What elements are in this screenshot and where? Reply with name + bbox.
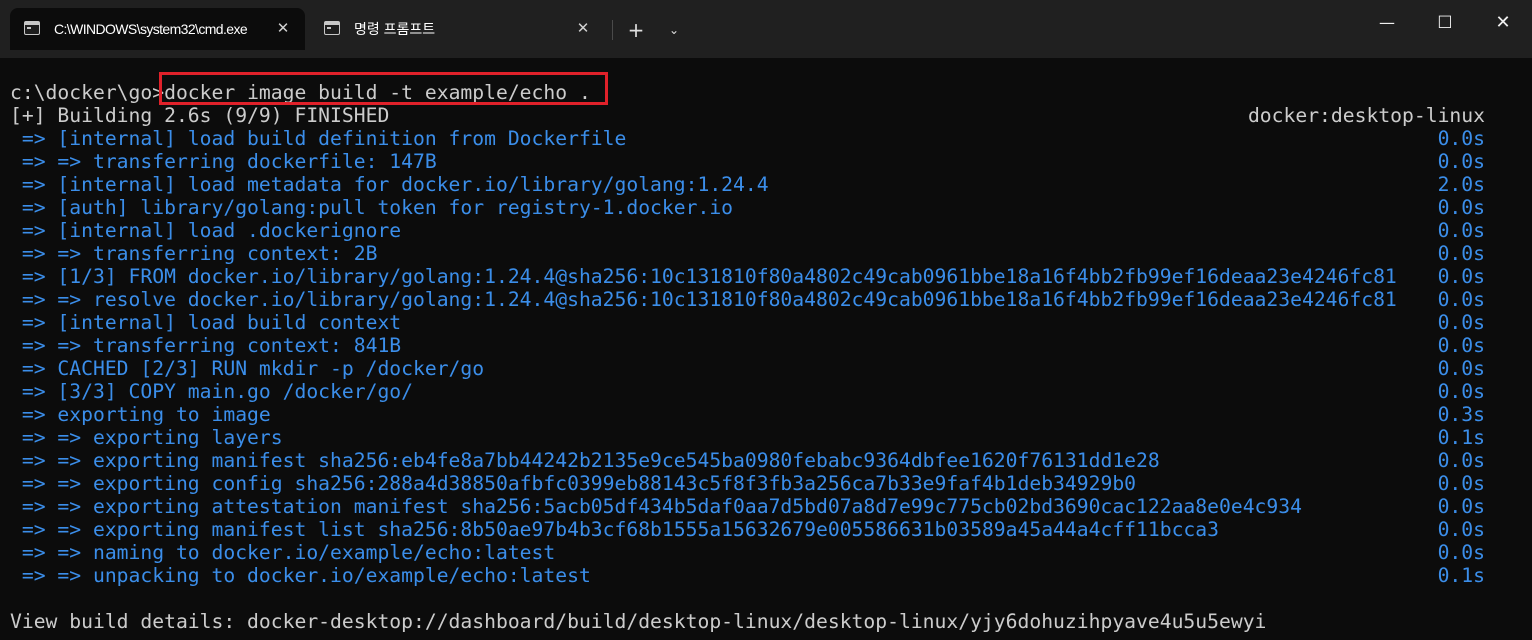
- build-status-line: [+] Building 2.6s (9/9) FINISHED docker:…: [10, 104, 1485, 127]
- build-step-line: => => transferring dockerfile: 147B 0.0s: [10, 150, 1485, 173]
- step-time: 0.0s: [1437, 219, 1485, 242]
- step-text: => [internal] load metadata for docker.i…: [10, 173, 769, 196]
- step-text: => => naming to docker.io/example/echo:l…: [10, 541, 556, 564]
- new-tab-button[interactable]: +: [622, 16, 650, 44]
- step-time: 0.0s: [1437, 265, 1485, 288]
- step-time: 2.0s: [1437, 173, 1485, 196]
- build-step-line: => => exporting manifest list sha256:8b5…: [10, 518, 1485, 541]
- build-step-line: => => naming to docker.io/example/echo:l…: [10, 541, 1485, 564]
- step-time: 0.3s: [1437, 403, 1485, 426]
- close-tab-icon[interactable]: ✕: [573, 19, 593, 39]
- step-time: 0.0s: [1437, 288, 1485, 311]
- build-step-line: => [1/3] FROM docker.io/library/golang:1…: [10, 265, 1485, 288]
- step-time: 0.0s: [1437, 449, 1485, 472]
- build-step-line: => [internal] load metadata for docker.i…: [10, 173, 1485, 196]
- step-text: => [internal] load .dockerignore: [10, 219, 402, 242]
- build-step-line: => exporting to image 0.3s: [10, 403, 1485, 426]
- step-text: => exporting to image: [10, 403, 271, 426]
- step-time: 0.0s: [1437, 357, 1485, 380]
- step-time: 0.0s: [1437, 196, 1485, 219]
- step-text: => => exporting manifest list sha256:8b5…: [10, 518, 1219, 541]
- build-step-line: => => transferring context: 2B 0.0s: [10, 242, 1485, 265]
- step-text: => [1/3] FROM docker.io/library/golang:1…: [10, 265, 1397, 288]
- step-time: 0.0s: [1437, 127, 1485, 150]
- build-step-line: => => exporting manifest sha256:eb4fe8a7…: [10, 449, 1485, 472]
- build-step-line: => => transferring context: 841B 0.0s: [10, 334, 1485, 357]
- step-text: => => exporting config sha256:288a4d3885…: [10, 472, 1137, 495]
- step-text: => [internal] load build definition from…: [10, 127, 627, 150]
- build-step-line: => CACHED [2/3] RUN mkdir -p /docker/go 0…: [10, 357, 1485, 380]
- step-time: 0.1s: [1437, 426, 1485, 449]
- step-time: 0.0s: [1437, 495, 1485, 518]
- build-step-line: => [auth] library/golang:pull token for …: [10, 196, 1485, 219]
- build-step-line: => [internal] load build definition from…: [10, 127, 1485, 150]
- close-window-button[interactable]: ✕: [1474, 0, 1532, 46]
- tab-command-prompt[interactable]: 명령 프롬프트 ✕: [310, 8, 605, 50]
- step-text: => [auth] library/golang:pull token for …: [10, 196, 734, 219]
- divider: [612, 20, 613, 40]
- title-bar: C:\WINDOWS\system32\cmd.exe ✕ 명령 프롬프트 ✕ …: [0, 0, 1532, 58]
- step-time: 0.0s: [1437, 518, 1485, 541]
- build-step-line: => => exporting layers 0.1s: [10, 426, 1485, 449]
- step-text: => [internal] load build context: [10, 311, 402, 334]
- step-text: => => exporting attestation manifest sha…: [10, 495, 1302, 518]
- build-step-line: => [internal] load build context 0.0s: [10, 311, 1485, 334]
- step-text: => => exporting layers: [10, 426, 283, 449]
- step-time: 0.0s: [1437, 334, 1485, 357]
- step-time: 0.0s: [1437, 472, 1485, 495]
- step-text: => [3/3] COPY main.go /docker/go/: [10, 380, 413, 403]
- build-status: [+] Building 2.6s (9/9) FINISHED: [10, 104, 390, 127]
- step-text: => => transferring context: 841B: [10, 334, 402, 357]
- step-time: 0.1s: [1437, 564, 1485, 587]
- step-time: 0.0s: [1437, 311, 1485, 334]
- step-time: 0.0s: [1437, 150, 1485, 173]
- step-time: 0.0s: [1437, 242, 1485, 265]
- build-details-line: View build details: docker-desktop://das…: [10, 610, 1267, 633]
- step-time: 0.0s: [1437, 541, 1485, 564]
- step-text: => => transferring context: 2B: [10, 242, 378, 265]
- build-step-line: => => unpacking to docker.io/example/ech…: [10, 564, 1485, 587]
- builder-name: docker:desktop-linux: [1247, 104, 1485, 127]
- chevron-down-icon[interactable]: ⌄: [660, 16, 688, 44]
- tab-title: C:\WINDOWS\system32\cmd.exe: [54, 21, 248, 37]
- close-tab-icon[interactable]: ✕: [273, 19, 293, 39]
- tab-title: 명령 프롬프트: [354, 21, 436, 37]
- step-text: => => transferring dockerfile: 147B: [10, 150, 437, 173]
- prompt: c:\docker\go>: [10, 81, 165, 104]
- build-step-line: => [internal] load .dockerignore 0.0s: [10, 219, 1485, 242]
- step-text: => => exporting manifest sha256:eb4fe8a7…: [10, 449, 1160, 472]
- step-text: => CACHED [2/3] RUN mkdir -p /docker/go: [10, 357, 485, 380]
- build-step-line: => => exporting config sha256:288a4d3885…: [10, 472, 1485, 495]
- tab-cmd[interactable]: C:\WINDOWS\system32\cmd.exe ✕: [10, 8, 305, 50]
- maximize-button[interactable]: ☐: [1416, 0, 1474, 46]
- terminal-icon: [324, 21, 340, 35]
- minimize-button[interactable]: —: [1358, 0, 1416, 46]
- command-highlight-box: [159, 72, 608, 105]
- terminal-icon: [24, 21, 40, 35]
- build-step-line: => [3/3] COPY main.go /docker/go/0.0s: [10, 380, 1485, 403]
- build-step-line: => => resolve docker.io/library/golang:1…: [10, 288, 1485, 311]
- step-time: 0.0s: [1437, 380, 1485, 403]
- step-text: => => unpacking to docker.io/example/ech…: [10, 564, 591, 587]
- step-text: => => resolve docker.io/library/golang:1…: [10, 288, 1397, 311]
- build-step-line: => => exporting attestation manifest sha…: [10, 495, 1485, 518]
